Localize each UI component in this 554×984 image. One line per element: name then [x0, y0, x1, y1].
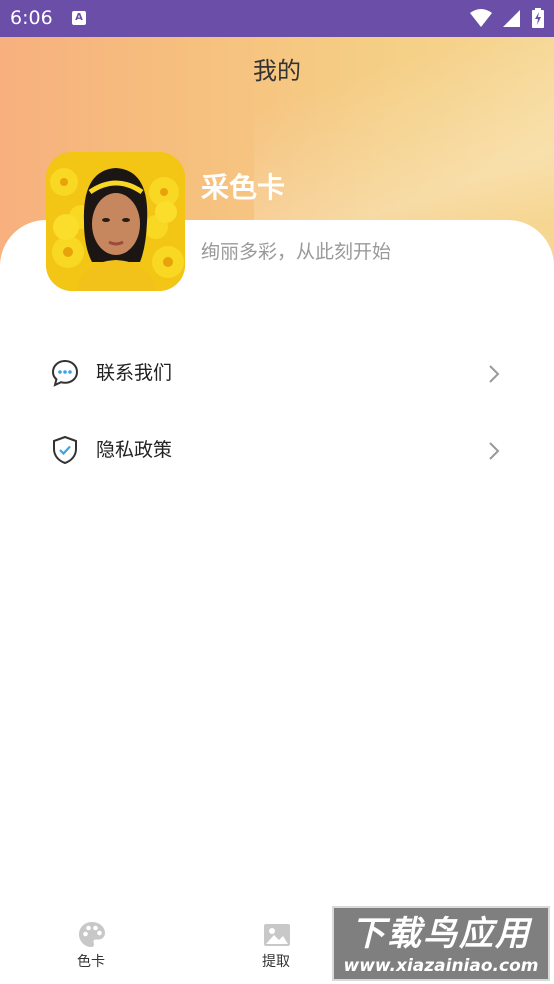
app-avatar — [46, 152, 185, 291]
watermark: 下载鸟应用 www.xiazainiao.com — [332, 906, 550, 981]
a-box-icon: A — [72, 11, 86, 25]
tab-extract[interactable]: 提取 — [216, 906, 336, 984]
watermark-text: 下载鸟应用 — [351, 914, 531, 954]
chevron-right-icon — [489, 365, 500, 383]
app-slogan: 绚丽多彩，从此刻开始 — [201, 241, 392, 263]
tab-color-card[interactable]: 色卡 — [31, 906, 151, 984]
battery-charging-icon — [532, 8, 544, 28]
menu-item-label: 隐私政策 — [96, 439, 173, 461]
avatar-photo-icon — [46, 152, 185, 291]
wifi-icon — [469, 9, 492, 27]
shield-check-icon — [53, 435, 77, 465]
chevron-right-icon — [489, 442, 500, 460]
menu-item-privacy-policy[interactable]: 隐私政策 — [0, 420, 554, 480]
status-time: 6:06 — [10, 7, 53, 29]
status-bar: 6:06 A — [0, 0, 554, 37]
signal-icon — [502, 10, 520, 27]
palette-icon — [79, 922, 105, 947]
menu-item-label: 联系我们 — [96, 362, 173, 384]
image-icon — [264, 924, 290, 946]
tab-label: 提取 — [262, 954, 290, 970]
content-card — [0, 220, 554, 984]
status-icons — [464, 8, 544, 28]
watermark-url: www.xiazainiao.com — [343, 956, 539, 976]
app-name: 采色卡 — [201, 171, 286, 204]
chat-bubble-icon — [51, 359, 79, 387]
page-title: 我的 — [253, 57, 301, 85]
tab-label: 色卡 — [77, 954, 105, 970]
menu-item-contact-us[interactable]: 联系我们 — [0, 343, 554, 403]
